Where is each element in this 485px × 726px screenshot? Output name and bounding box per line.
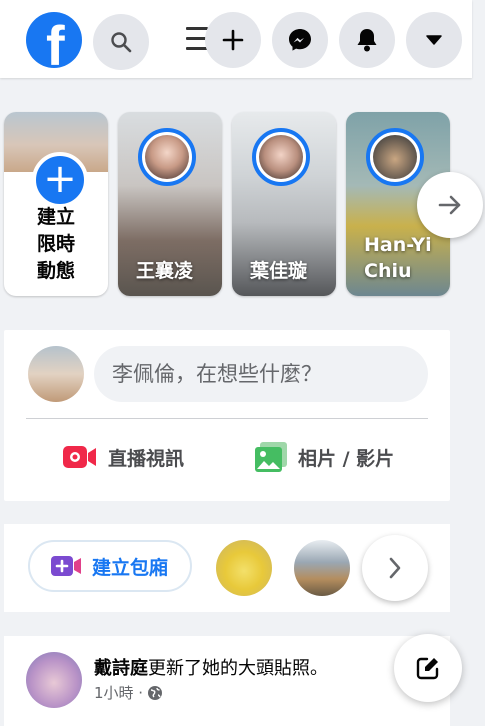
create-story-label: 建立 限時 動態 (36, 206, 75, 282)
arrow-right-icon (438, 195, 461, 215)
post-author-avatar[interactable] (26, 652, 82, 708)
create-story-card[interactable]: + 建立 限時 動態 (4, 112, 108, 296)
photo-icon (255, 442, 287, 472)
plus-icon (222, 29, 244, 51)
story-avatar (366, 128, 424, 186)
create-button[interactable] (205, 12, 261, 68)
composer-input[interactable]: 李佩倫，在想些什麼？ (94, 346, 428, 402)
plus-icon: + (32, 152, 88, 208)
notifications-button[interactable] (339, 12, 395, 68)
facebook-logo[interactable]: f (26, 12, 82, 68)
search-icon (111, 32, 132, 53)
composer-avatar[interactable] (28, 346, 84, 402)
video-plus-icon (51, 556, 81, 576)
messenger-button[interactable] (272, 12, 328, 68)
story-name: 王襄凌 (136, 260, 194, 282)
chevron-right-icon (389, 557, 401, 579)
post-header-line: 戴詩庭更新了她的大頭貼照。 (94, 654, 328, 680)
room-avatar[interactable] (216, 540, 272, 596)
story-avatar (138, 128, 196, 186)
post-author-name[interactable]: 戴詩庭 (94, 658, 148, 679)
search-button[interactable] (93, 14, 149, 70)
caret-down-icon (426, 35, 442, 45)
create-room-button[interactable]: 建立包廂 (28, 540, 192, 592)
post-action-text: 更新了她的大頭貼照。 (148, 658, 328, 679)
rooms-next-button[interactable] (362, 535, 428, 601)
globe-icon (148, 685, 163, 700)
edit-icon (416, 657, 439, 680)
create-room-label: 建立包廂 (92, 556, 169, 579)
stories-next-button[interactable] (417, 172, 483, 238)
facebook-logo-letter: f (46, 14, 65, 69)
composer-divider (26, 418, 428, 419)
live-video-icon (63, 446, 96, 468)
live-video-label: 直播視訊 (108, 447, 185, 470)
messenger-icon (289, 29, 311, 51)
photo-video-label: 相片 / 影片 (298, 447, 395, 470)
room-avatar[interactable] (294, 540, 350, 596)
story-avatar (252, 128, 310, 186)
bell-icon (357, 29, 377, 52)
live-video-button[interactable]: 直播視訊 (62, 440, 184, 474)
account-menu-button[interactable] (406, 12, 462, 68)
story-name: Han-Yi Chiu (364, 234, 432, 282)
feed-post: 戴詩庭更新了她的大頭貼照。 1小時 · (4, 636, 450, 726)
compose-message-button[interactable] (394, 634, 462, 702)
post-meta: 1小時 · (94, 682, 163, 703)
post-time[interactable]: 1小時 · (94, 682, 143, 703)
photo-video-button[interactable]: 相片 / 影片 (254, 440, 394, 474)
story-card[interactable]: 葉佳璇 (232, 112, 336, 296)
post-composer: 李佩倫，在想些什麼？ 直播視訊 相片 / 影片 (4, 330, 450, 501)
story-card[interactable]: 王襄凌 (118, 112, 222, 296)
story-name: 葉佳璇 (250, 260, 308, 282)
